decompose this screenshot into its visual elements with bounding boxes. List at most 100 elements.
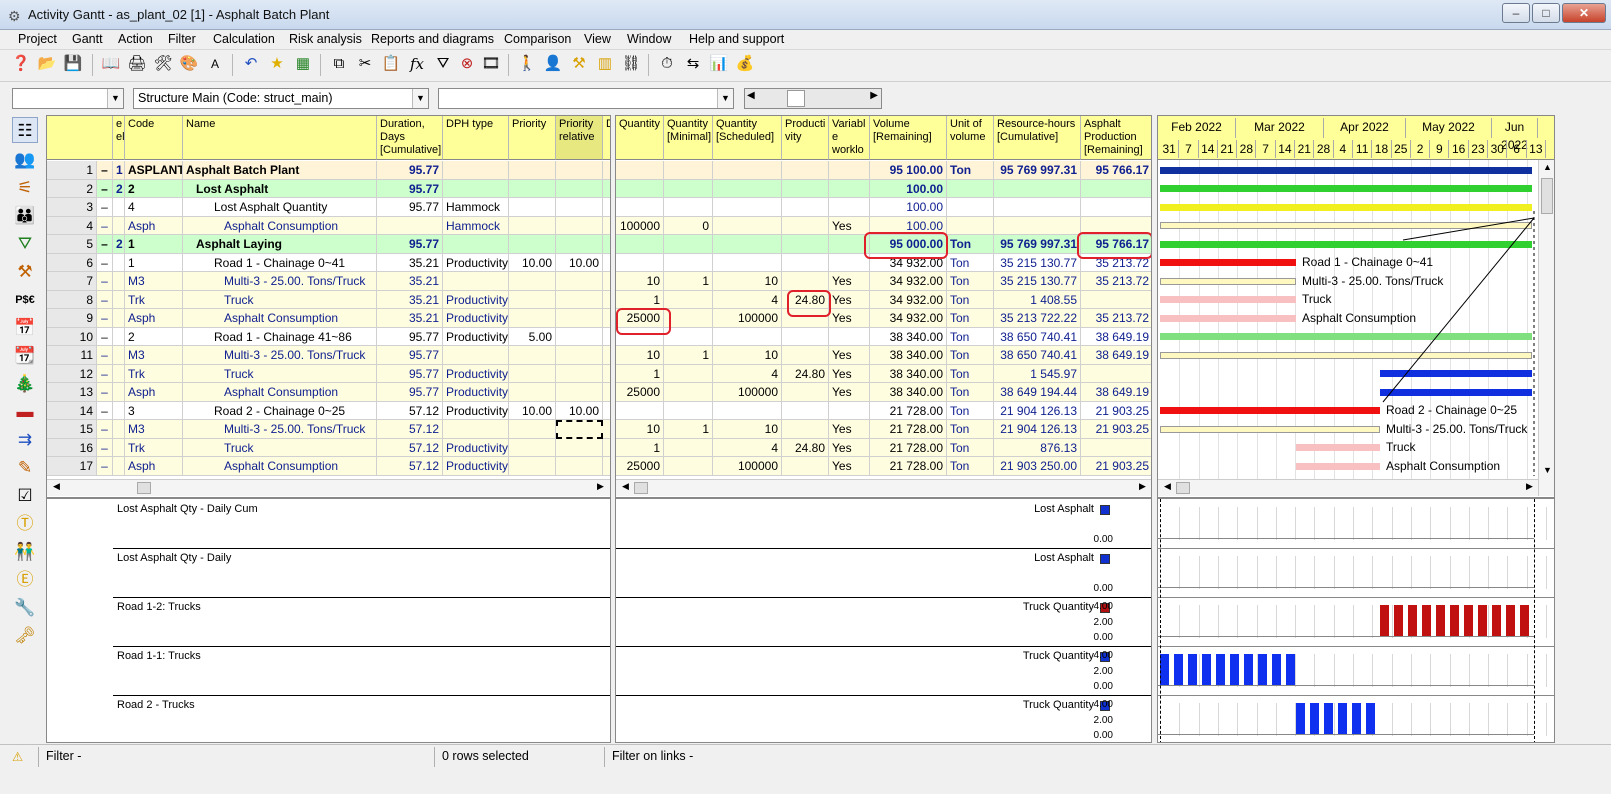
row-number[interactable]: 11 [47, 346, 97, 365]
close-button[interactable]: ✕ [1562, 3, 1606, 23]
cell-d[interactable] [603, 346, 610, 365]
cell-lvl[interactable] [113, 364, 125, 383]
cell-q[interactable]: 10 [616, 346, 664, 365]
cell-name[interactable]: Multi-3 - 25.00. Tons/Truck [183, 346, 377, 365]
cell-d[interactable] [603, 290, 610, 309]
cell-v[interactable]: Yes [829, 272, 870, 291]
cell-name[interactable]: Lost Asphalt Quantity [183, 198, 377, 217]
cell-name[interactable]: Road 2 - Chainage 0~25 [183, 401, 377, 420]
menu-risk-analysis[interactable]: Risk analysis [289, 32, 362, 46]
cell-pv[interactable]: 24.80 [782, 438, 829, 457]
cell-c[interactable]: 1 [125, 235, 183, 254]
cell-lvl[interactable] [113, 457, 125, 476]
cell-qm[interactable] [664, 401, 713, 420]
collapse-toggle[interactable]: – [97, 346, 113, 365]
menu-help[interactable]: Help and support [689, 32, 784, 46]
cell-dur[interactable]: 95.77 [377, 235, 443, 254]
walk-icon[interactable]: 🚶 [516, 53, 538, 75]
cell-name[interactable]: Truck [183, 438, 377, 457]
cell-lvl[interactable] [113, 198, 125, 217]
cell-qs[interactable] [713, 198, 782, 217]
cell-c[interactable]: Asph [125, 309, 183, 328]
cell-d[interactable] [603, 161, 610, 180]
cell-v[interactable] [829, 401, 870, 420]
cost-icon[interactable]: 💰 [734, 53, 756, 75]
cell-v[interactable]: Yes [829, 216, 870, 235]
menu-reports[interactable]: Reports and diagrams [371, 32, 494, 46]
cell-qs[interactable]: 4 [713, 438, 782, 457]
cell-q[interactable]: 25000 [616, 457, 664, 476]
cell-dur[interactable]: 35.21 [377, 309, 443, 328]
book-icon[interactable]: 📖 [100, 53, 122, 75]
cell-v[interactable] [829, 179, 870, 198]
cell-name[interactable]: Asphalt Consumption [183, 309, 377, 328]
tree-icon[interactable]: 🎄 [12, 371, 38, 397]
cell-c[interactable]: M3 [125, 272, 183, 291]
cell-ap[interactable] [1081, 438, 1151, 457]
cell-qs[interactable]: 10 [713, 420, 782, 439]
cell-dur[interactable]: 35.21 [377, 272, 443, 291]
cell-d[interactable] [603, 179, 610, 198]
menu-view[interactable]: View [584, 32, 611, 46]
cell-name[interactable]: Lost Asphalt [183, 179, 377, 198]
cell-pv[interactable] [782, 346, 829, 365]
header-quantity-scheduled[interactable]: Quantity [Scheduled] [713, 116, 782, 160]
cell-pv[interactable] [782, 216, 829, 235]
chain-icon[interactable]: ⛓ [620, 53, 642, 75]
cell-qs[interactable]: 10 [713, 272, 782, 291]
cell-qs[interactable] [713, 179, 782, 198]
font-icon[interactable]: A [204, 53, 226, 75]
cell-name[interactable]: Truck [183, 290, 377, 309]
help-icon[interactable]: ❓ [10, 53, 32, 75]
cell-u[interactable]: Ton [947, 309, 994, 328]
cell-qs[interactable]: 100000 [713, 383, 782, 402]
cell-p[interactable] [509, 309, 556, 328]
cell-qs[interactable] [713, 235, 782, 254]
cell-qs[interactable]: 4 [713, 290, 782, 309]
cell-p[interactable] [509, 235, 556, 254]
cell-pv[interactable]: 24.80 [782, 364, 829, 383]
cell-rh[interactable]: 1 545.97 [994, 364, 1081, 383]
cell-pr[interactable] [556, 309, 603, 328]
cell-v[interactable]: Yes [829, 290, 870, 309]
cell-p[interactable] [509, 346, 556, 365]
cell-dph[interactable] [443, 346, 509, 365]
cell-qs[interactable]: 100000 [713, 457, 782, 476]
cell-pv[interactable] [782, 179, 829, 198]
cell-d[interactable] [603, 457, 610, 476]
cell-d[interactable] [603, 272, 610, 291]
bar-icon[interactable]: ▬ [12, 399, 38, 425]
cell-dur[interactable] [377, 216, 443, 235]
copy-icon[interactable]: ⧉ [328, 53, 350, 75]
row-number[interactable]: 5 [47, 235, 97, 254]
cell-qm[interactable] [664, 235, 713, 254]
cell-v[interactable]: Yes [829, 383, 870, 402]
cell-rh[interactable]: 35 215 130.77 [994, 253, 1081, 272]
cell-ap[interactable]: 35 213.72 [1081, 309, 1151, 328]
cell-dur[interactable]: 95.77 [377, 179, 443, 198]
cell-qm[interactable] [664, 457, 713, 476]
cell-lvl[interactable] [113, 309, 125, 328]
cell-dph[interactable]: Productivity [443, 364, 509, 383]
cell-vol[interactable]: 21 728.00 [870, 438, 947, 457]
chart-icon[interactable]: 📊 [708, 53, 730, 75]
cell-q[interactable] [616, 253, 664, 272]
cell-p[interactable] [509, 383, 556, 402]
maximize-button[interactable]: □ [1532, 3, 1560, 23]
cell-lvl[interactable] [113, 253, 125, 272]
cell-qm[interactable]: 1 [664, 346, 713, 365]
cell-dph[interactable]: Productivity [443, 383, 509, 402]
cell-vol[interactable]: 38 340.00 [870, 327, 947, 346]
excel-icon[interactable]: ▦ [292, 53, 314, 75]
cell-qm[interactable] [664, 327, 713, 346]
cell-c[interactable]: M3 [125, 420, 183, 439]
cell-name[interactable]: Asphalt Consumption [183, 383, 377, 402]
collapse-toggle[interactable]: – [97, 383, 113, 402]
cell-ap[interactable] [1081, 179, 1151, 198]
cell-pr[interactable] [556, 161, 603, 180]
assign-icon[interactable]: ⇆ [682, 53, 704, 75]
cell-c[interactable]: ASPLANT [125, 161, 183, 180]
cell-dur[interactable]: 57.12 [377, 457, 443, 476]
cell-ap[interactable]: 35 213.72 [1081, 272, 1151, 291]
cell-u[interactable]: Ton [947, 253, 994, 272]
